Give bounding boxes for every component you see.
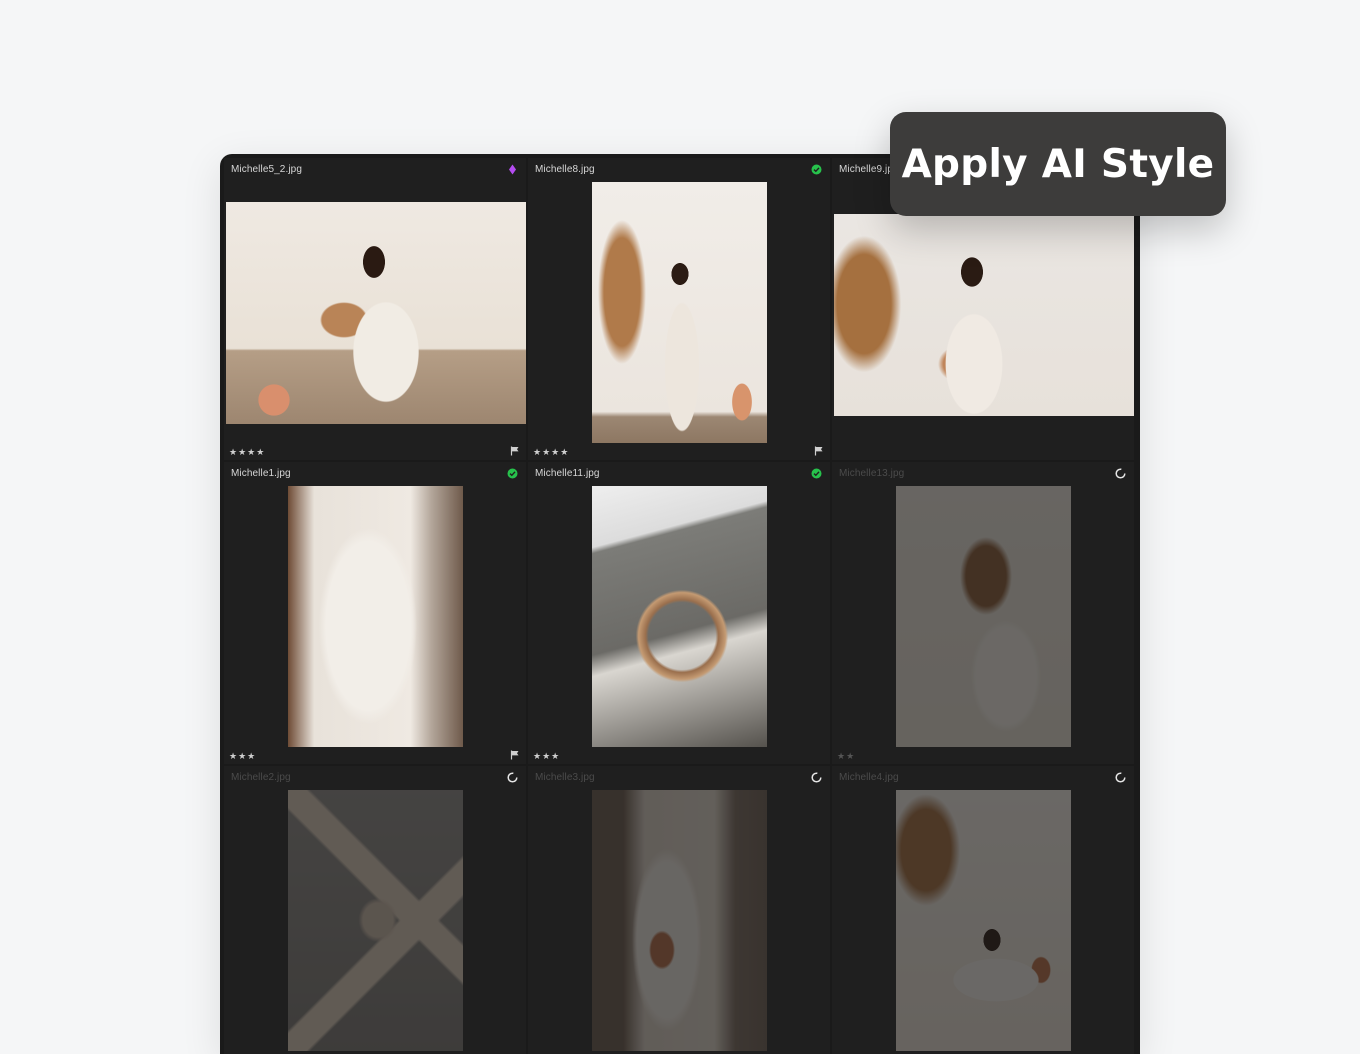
photo-cell[interactable]: Michelle5_2.jpg ★★★★ bbox=[224, 158, 526, 460]
star-rating[interactable]: ★★★★ bbox=[229, 447, 265, 458]
check-circle-icon bbox=[811, 468, 822, 479]
ai-diamond-icon bbox=[509, 164, 516, 175]
photo-thumbnail[interactable] bbox=[288, 486, 463, 747]
loading-spinner-icon bbox=[1115, 468, 1126, 479]
check-circle-icon bbox=[811, 164, 822, 175]
flag-icon[interactable] bbox=[814, 446, 824, 456]
photo-cell[interactable]: Michelle2.jpg bbox=[224, 766, 526, 1054]
loading-spinner-icon bbox=[507, 772, 518, 783]
photo-filename: Michelle5_2.jpg bbox=[231, 164, 302, 175]
loading-spinner-icon bbox=[1115, 772, 1126, 783]
photo-filename: Michelle1.jpg bbox=[231, 468, 291, 479]
star-rating[interactable]: ★★★★ bbox=[533, 447, 569, 458]
star-rating[interactable]: ★★ bbox=[837, 751, 855, 762]
photo-cell[interactable]: Michelle13.jpg ★★ bbox=[832, 462, 1134, 764]
flag-icon[interactable] bbox=[510, 750, 520, 760]
photo-cell[interactable]: Michelle4.jpg bbox=[832, 766, 1134, 1054]
photo-grid-panel: Michelle5_2.jpg ★★★★ Michelle8.jpg ★★★★ bbox=[220, 154, 1140, 1054]
photo-grid: Michelle5_2.jpg ★★★★ Michelle8.jpg ★★★★ bbox=[224, 158, 1134, 1054]
photo-thumbnail[interactable] bbox=[592, 790, 767, 1051]
photo-thumbnail[interactable] bbox=[226, 202, 526, 424]
star-rating[interactable]: ★★★ bbox=[533, 751, 560, 762]
photo-thumbnail[interactable] bbox=[896, 790, 1071, 1051]
photo-filename: Michelle11.jpg bbox=[535, 468, 600, 479]
photo-cell[interactable]: Michelle11.jpg ★★★ bbox=[528, 462, 830, 764]
star-rating[interactable]: ★★★ bbox=[229, 751, 256, 762]
apply-ai-style-button[interactable]: Apply AI Style bbox=[890, 112, 1226, 216]
photo-filename: Michelle8.jpg bbox=[535, 164, 595, 175]
photo-thumbnail[interactable] bbox=[896, 486, 1071, 747]
photo-filename: Michelle13.jpg bbox=[839, 468, 905, 479]
photo-thumbnail[interactable] bbox=[592, 182, 767, 443]
photo-cell[interactable]: Michelle8.jpg ★★★★ bbox=[528, 158, 830, 460]
photo-thumbnail[interactable] bbox=[288, 790, 463, 1051]
check-circle-icon bbox=[507, 468, 518, 479]
apply-ai-style-label: Apply AI Style bbox=[901, 141, 1215, 187]
flag-icon[interactable] bbox=[510, 446, 520, 456]
photo-filename: Michelle2.jpg bbox=[231, 772, 291, 783]
photo-filename: Michelle4.jpg bbox=[839, 772, 899, 783]
photo-thumbnail[interactable] bbox=[834, 214, 1134, 416]
photo-cell[interactable]: Michelle1.jpg ★★★ bbox=[224, 462, 526, 764]
photo-filename: Michelle3.jpg bbox=[535, 772, 595, 783]
photo-cell[interactable]: Michelle3.jpg bbox=[528, 766, 830, 1054]
loading-spinner-icon bbox=[811, 772, 822, 783]
photo-thumbnail[interactable] bbox=[592, 486, 767, 747]
